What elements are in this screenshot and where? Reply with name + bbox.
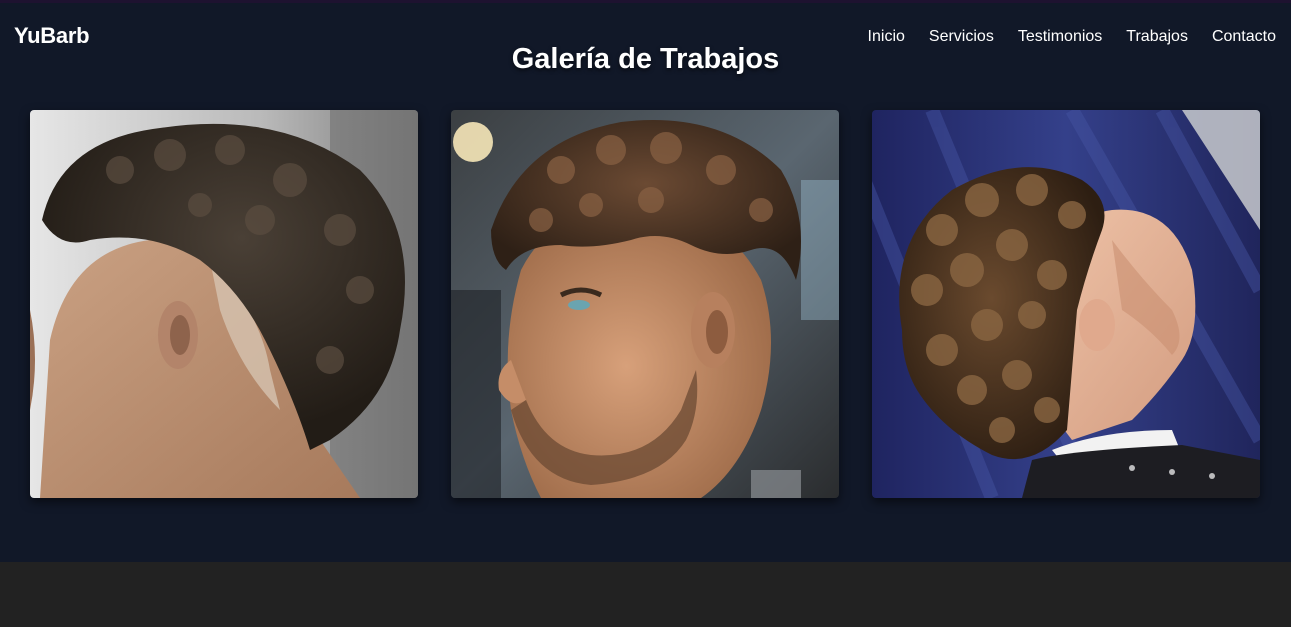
footer <box>0 562 1291 627</box>
haircut-photo-2 <box>451 110 839 498</box>
haircut-photo-3 <box>872 110 1260 498</box>
gallery-photo-2[interactable] <box>451 110 839 498</box>
haircut-photo-1 <box>30 110 418 498</box>
gallery-title: Galería de Trabajos <box>511 43 780 75</box>
gallery-photo-3[interactable] <box>872 110 1260 498</box>
gallery-photo-1[interactable] <box>30 110 418 498</box>
